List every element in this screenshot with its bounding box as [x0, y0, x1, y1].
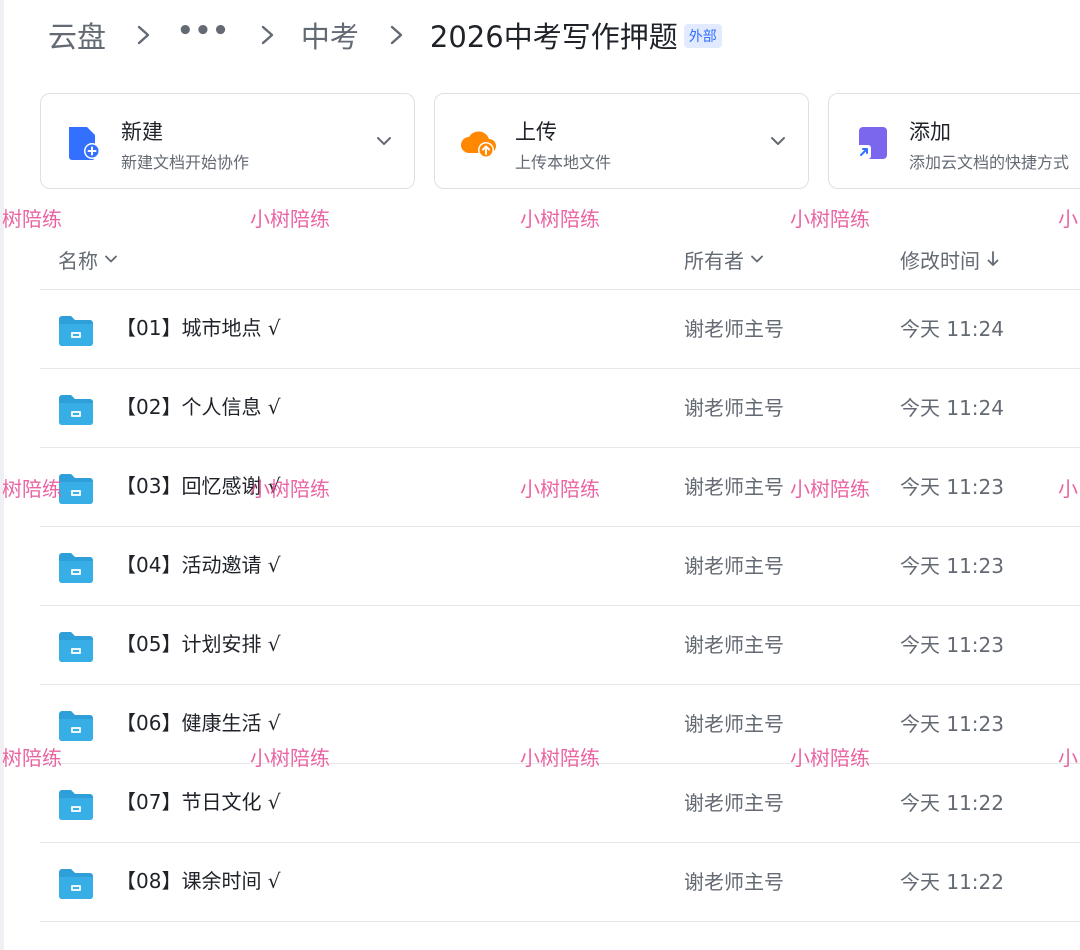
- chevron-right-icon: [389, 24, 404, 46]
- breadcrumb-ellipsis[interactable]: •••: [177, 16, 230, 46]
- table-row[interactable]: 【02】个人信息 √ 谢老师主号 今天 11:24: [40, 369, 1080, 448]
- shared-folder-icon: [58, 631, 94, 663]
- shared-folder-icon: [58, 552, 94, 584]
- upload-card[interactable]: 上传 上传本地文件: [434, 93, 809, 189]
- upload-card-title: 上传: [515, 120, 557, 144]
- row-owner: 谢老师主号: [684, 791, 784, 815]
- window-edge: [0, 0, 4, 950]
- row-name[interactable]: 【04】活动邀请 √: [116, 549, 281, 578]
- shared-folder-icon: [58, 868, 94, 900]
- chevron-down-icon: [105, 255, 117, 263]
- shared-folder-icon: [58, 710, 94, 742]
- watermark-text: 小树陪练: [790, 207, 870, 231]
- row-divider: [40, 921, 1080, 922]
- breadcrumb-root[interactable]: 云盘: [48, 14, 106, 56]
- chevron-right-icon: [136, 24, 151, 46]
- new-card-title: 新建: [121, 120, 163, 144]
- row-owner: 谢老师主号: [684, 870, 784, 894]
- sort-arrow-down-icon: [987, 251, 999, 266]
- breadcrumb: 云盘 ••• 中考 2026中考写作押题 外部: [48, 14, 722, 56]
- row-owner: 谢老师主号: [684, 396, 784, 420]
- row-modified: 今天 11:23: [900, 554, 1004, 578]
- table-row[interactable]: 【03】回忆感谢 √ 谢老师主号 今天 11:23: [40, 448, 1080, 527]
- chevron-down-icon: [751, 255, 763, 263]
- breadcrumb-parent[interactable]: 中考: [301, 14, 359, 56]
- table-row[interactable]: 【05】计划安排 √ 谢老师主号 今天 11:23: [40, 606, 1080, 685]
- row-owner: 谢老师主号: [684, 317, 784, 341]
- watermark-text: 树陪练: [2, 207, 62, 231]
- watermark-text: 小树陪练: [250, 207, 330, 231]
- row-owner: 谢老师主号: [684, 475, 784, 499]
- row-modified: 今天 11:23: [900, 633, 1004, 657]
- new-card[interactable]: 新建 新建文档开始协作: [40, 93, 415, 189]
- shared-folder-icon: [58, 315, 94, 347]
- shortcut-icon: [853, 123, 893, 163]
- row-owner: 谢老师主号: [684, 554, 784, 578]
- add-card-title: 添加: [909, 120, 951, 144]
- table-row[interactable]: 【01】城市地点 √ 谢老师主号 今天 11:24: [40, 290, 1080, 369]
- add-shortcut-card[interactable]: 添加 添加云文档的快捷方式: [828, 93, 1080, 189]
- row-name[interactable]: 【01】城市地点 √: [116, 312, 281, 341]
- row-name[interactable]: 【03】回忆感谢 √: [116, 470, 281, 499]
- chevron-down-icon[interactable]: [770, 133, 786, 149]
- shared-folder-icon: [58, 789, 94, 821]
- row-modified: 今天 11:22: [900, 870, 1004, 894]
- row-modified: 今天 11:24: [900, 396, 1004, 420]
- column-header-owner[interactable]: 所有者: [684, 244, 764, 274]
- row-name[interactable]: 【08】课余时间 √: [116, 865, 281, 894]
- column-header-modified[interactable]: 修改时间: [900, 244, 1000, 274]
- row-modified: 今天 11:23: [900, 712, 1004, 736]
- shared-folder-icon: [58, 394, 94, 426]
- table-row[interactable]: 【04】活动邀请 √ 谢老师主号 今天 11:23: [40, 527, 1080, 606]
- row-owner: 谢老师主号: [684, 633, 784, 657]
- row-name[interactable]: 【06】健康生活 √: [116, 707, 281, 736]
- shared-folder-icon: [58, 473, 94, 505]
- chevron-down-icon[interactable]: [376, 133, 392, 149]
- row-modified: 今天 11:24: [900, 317, 1004, 341]
- row-owner: 谢老师主号: [684, 712, 784, 736]
- table-row[interactable]: 【06】健康生活 √ 谢老师主号 今天 11:23: [40, 685, 1080, 764]
- row-modified: 今天 11:23: [900, 475, 1004, 499]
- row-name[interactable]: 【02】个人信息 √: [116, 391, 281, 420]
- watermark-text: 小树陪练: [520, 207, 600, 231]
- column-owner-label: 所有者: [684, 248, 744, 273]
- column-name-label: 名称: [58, 248, 98, 273]
- watermark-text: 小: [1058, 207, 1078, 231]
- row-modified: 今天 11:22: [900, 791, 1004, 815]
- chevron-right-icon: [260, 24, 275, 46]
- column-modified-label: 修改时间: [900, 248, 980, 273]
- breadcrumb-current: 2026中考写作押题: [429, 20, 678, 54]
- row-name[interactable]: 【05】计划安排 √: [116, 628, 281, 657]
- row-name[interactable]: 【07】节日文化 √: [116, 786, 281, 815]
- add-card-subtitle: 添加云文档的快捷方式: [909, 153, 1070, 172]
- new-card-subtitle: 新建文档开始协作: [121, 153, 250, 172]
- table-row[interactable]: 【07】节日文化 √ 谢老师主号 今天 11:22: [40, 764, 1080, 843]
- table-row[interactable]: 【08】课余时间 √ 谢老师主号 今天 11:22: [40, 843, 1080, 922]
- external-badge: 外部: [683, 24, 722, 48]
- upload-cloud-icon: [459, 123, 499, 163]
- upload-card-subtitle: 上传本地文件: [515, 153, 612, 172]
- column-header-name[interactable]: 名称: [58, 244, 118, 274]
- new-doc-icon: [65, 123, 105, 163]
